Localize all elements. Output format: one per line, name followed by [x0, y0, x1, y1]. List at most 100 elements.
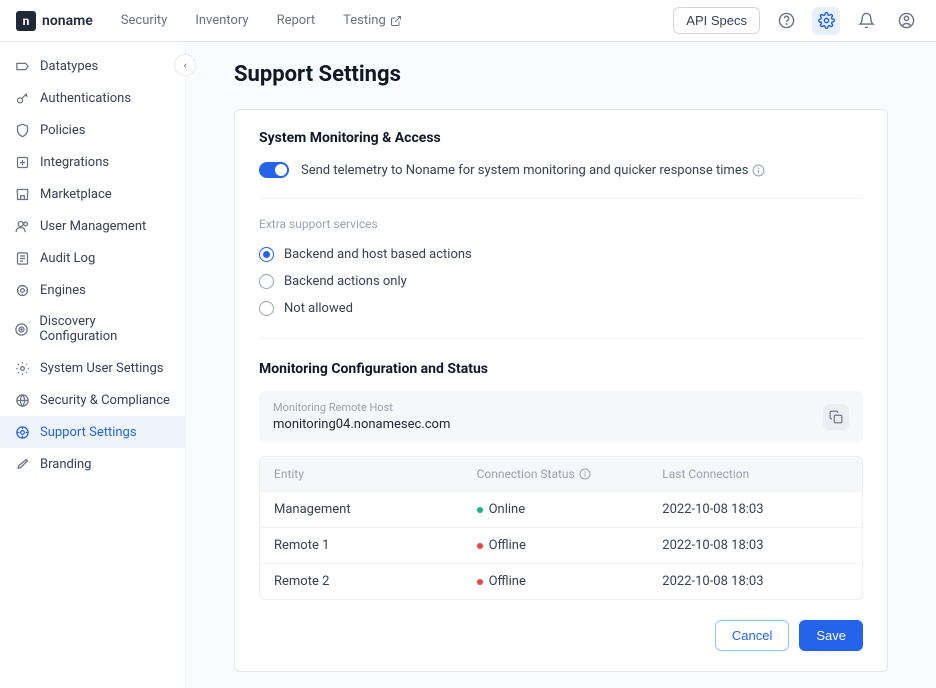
sidebar-item-user-management[interactable]: User Management — [0, 210, 185, 242]
brush-icon — [14, 456, 30, 472]
copy-host-button[interactable] — [823, 404, 849, 430]
cell-status: Online — [477, 502, 663, 517]
discovery-icon — [14, 321, 29, 337]
extra-services-radio-group: Backend and host based actions Backend ac… — [259, 241, 863, 339]
settings-gear-icon[interactable] — [812, 7, 840, 35]
user-avatar-icon[interactable] — [892, 7, 920, 35]
sidebar-item-support-settings[interactable]: Support Settings — [0, 416, 185, 448]
status-table: Entity Connection Status Last Connection… — [259, 456, 863, 600]
key-icon — [14, 90, 30, 106]
cell-entity: Remote 1 — [274, 538, 477, 553]
settings-card: System Monitoring & Access Send telemetr… — [234, 109, 888, 672]
sidebar-item-security-compliance[interactable]: Security & Compliance — [0, 384, 185, 416]
col-entity: Entity — [274, 467, 477, 481]
bell-icon[interactable] — [852, 7, 880, 35]
col-last-connection: Last Connection — [662, 467, 848, 481]
nav-testing[interactable]: Testing — [343, 13, 402, 28]
status-dot-icon — [477, 579, 483, 585]
nav-security[interactable]: Security — [121, 13, 168, 28]
topnav: Security Inventory Report Testing — [121, 13, 402, 28]
save-button[interactable]: Save — [799, 620, 863, 651]
host-label: Monitoring Remote Host — [273, 401, 823, 414]
cell-last-connection: 2022-10-08 18:03 — [662, 502, 848, 517]
sidebar-item-label: Discovery Configuration — [39, 314, 171, 344]
topbar-right: API Specs — [673, 7, 920, 35]
sidebar-item-discovery-configuration[interactable]: Discovery Configuration — [0, 306, 185, 352]
sidebar-item-label: Datatypes — [40, 59, 98, 74]
api-specs-button[interactable]: API Specs — [673, 7, 760, 34]
radio-option[interactable]: Backend and host based actions — [259, 241, 863, 268]
radio-label: Backend and host based actions — [284, 247, 472, 262]
sidebar-item-label: Security & Compliance — [40, 393, 170, 408]
cell-status: Offline — [477, 538, 663, 553]
table-row: Remote 2Offline2022-10-08 18:03 — [260, 563, 862, 599]
sidebar-item-label: Support Settings — [40, 425, 137, 440]
globe-shield-icon — [14, 392, 30, 408]
monitoring-host-box: Monitoring Remote Host monitoring04.nona… — [259, 391, 863, 442]
extra-services-label: Extra support services — [259, 217, 863, 231]
radio-icon — [259, 274, 274, 289]
radio-option[interactable]: Not allowed — [259, 295, 863, 322]
status-dot-icon — [477, 507, 483, 513]
sidebar-collapse-button[interactable]: ‹ — [174, 54, 196, 76]
store-icon — [14, 186, 30, 202]
sidebar-item-label: Marketplace — [40, 187, 112, 202]
sidebar-item-datatypes[interactable]: Datatypes — [0, 50, 185, 82]
topbar: n noname Security Inventory Report Testi… — [0, 0, 936, 42]
system-user-icon — [14, 360, 30, 376]
telemetry-toggle[interactable] — [259, 162, 289, 178]
copy-icon — [829, 410, 843, 424]
radio-label: Not allowed — [284, 301, 353, 316]
help-icon[interactable] — [772, 7, 800, 35]
info-icon[interactable] — [752, 164, 765, 177]
sidebar-item-policies[interactable]: Policies — [0, 114, 185, 146]
info-icon[interactable] — [579, 468, 591, 480]
monitoring-heading: System Monitoring & Access — [259, 130, 863, 146]
logo-mark-icon: n — [16, 11, 36, 31]
sidebar-item-label: Integrations — [40, 155, 109, 170]
host-value: monitoring04.nonamesec.com — [273, 417, 823, 432]
cell-last-connection: 2022-10-08 18:03 — [662, 538, 848, 553]
config-heading: Monitoring Configuration and Status — [259, 361, 863, 377]
engine-icon — [14, 282, 30, 298]
nav-report[interactable]: Report — [277, 13, 316, 28]
users-icon — [14, 218, 30, 234]
telemetry-label: Send telemetry to Noname for system moni… — [301, 163, 748, 178]
nav-inventory[interactable]: Inventory — [195, 13, 248, 28]
table-row: ManagementOnline2022-10-08 18:03 — [260, 491, 862, 527]
status-dot-icon — [477, 543, 483, 549]
telemetry-row: Send telemetry to Noname for system moni… — [259, 162, 863, 199]
sidebar-item-label: Branding — [40, 457, 91, 472]
tag-icon — [14, 58, 30, 74]
sidebar-item-engines[interactable]: Engines — [0, 274, 185, 306]
col-connection-status: Connection Status — [477, 467, 663, 481]
form-actions: Cancel Save — [259, 620, 863, 651]
table-row: Remote 1Offline2022-10-08 18:03 — [260, 527, 862, 563]
sidebar-item-branding[interactable]: Branding — [0, 448, 185, 480]
sidebar-item-marketplace[interactable]: Marketplace — [0, 178, 185, 210]
sidebar-item-label: Authentications — [40, 91, 131, 106]
sidebar-item-label: System User Settings — [40, 361, 163, 376]
sidebar-item-label: Audit Log — [40, 251, 95, 266]
sidebar-item-integrations[interactable]: Integrations — [0, 146, 185, 178]
cancel-button[interactable]: Cancel — [715, 620, 789, 651]
radio-label: Backend actions only — [284, 274, 407, 289]
table-header: Entity Connection Status Last Connection — [260, 457, 862, 491]
logo[interactable]: n noname — [16, 11, 93, 31]
plug-icon — [14, 154, 30, 170]
log-icon — [14, 250, 30, 266]
brand-name: noname — [42, 13, 93, 29]
cell-entity: Remote 2 — [274, 574, 477, 589]
cell-status: Offline — [477, 574, 663, 589]
sidebar-item-label: Engines — [40, 283, 86, 298]
sidebar-item-authentications[interactable]: Authentications — [0, 82, 185, 114]
support-icon — [14, 424, 30, 440]
sidebar-item-audit-log[interactable]: Audit Log — [0, 242, 185, 274]
sidebar-item-system-user-settings[interactable]: System User Settings — [0, 352, 185, 384]
radio-icon — [259, 301, 274, 316]
cell-entity: Management — [274, 502, 477, 517]
sidebar: ‹ DatatypesAuthenticationsPoliciesIntegr… — [0, 42, 186, 688]
radio-option[interactable]: Backend actions only — [259, 268, 863, 295]
shield-icon — [14, 122, 30, 138]
page-title: Support Settings — [234, 62, 888, 87]
